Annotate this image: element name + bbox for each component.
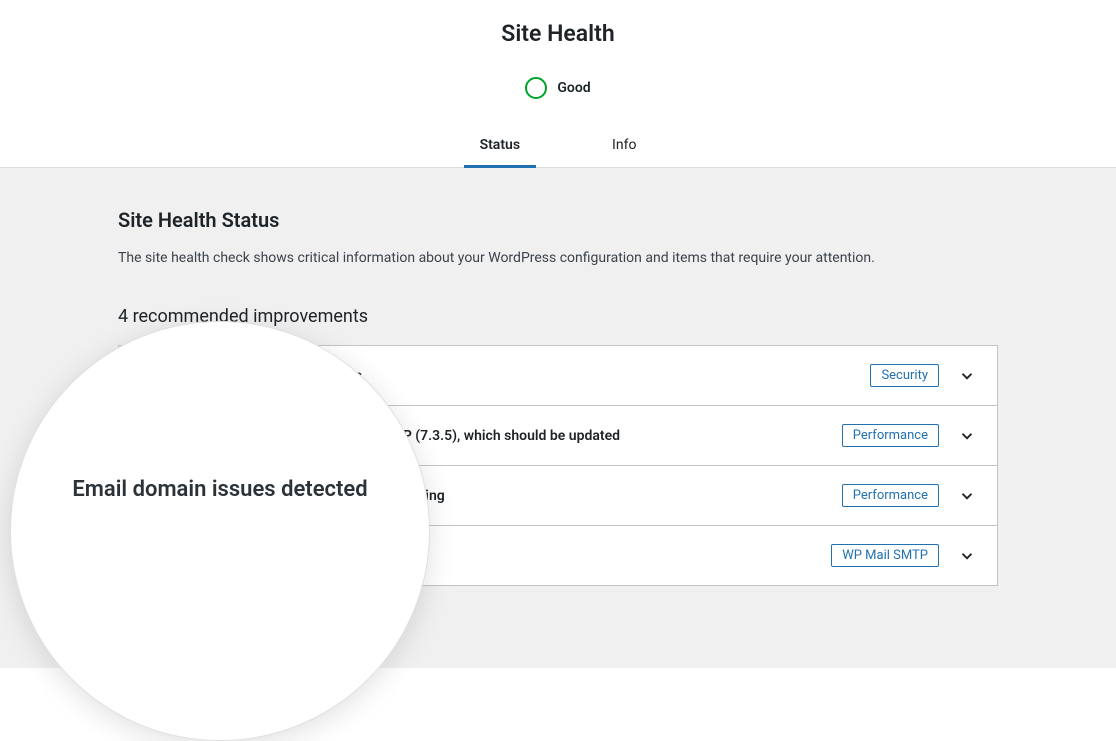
- magnifier-overlay: Email domain issues detected: [10, 321, 430, 741]
- status-badge: Performance: [842, 424, 939, 447]
- progress-indicator: Good: [0, 77, 1116, 99]
- chevron-down-icon: [957, 366, 977, 386]
- chevron-down-icon: [957, 546, 977, 566]
- progress-label: Good: [557, 80, 590, 96]
- section-title: Site Health Status: [118, 208, 998, 232]
- tabs: Status Info: [0, 127, 1116, 168]
- tab-status[interactable]: Status: [464, 127, 536, 167]
- status-badge: Performance: [842, 484, 939, 507]
- chevron-down-icon: [957, 486, 977, 506]
- progress-circle-icon: [525, 77, 547, 99]
- magnifier-text: Email domain issues detected: [72, 477, 367, 502]
- chevron-down-icon: [957, 426, 977, 446]
- status-badge: WP Mail SMTP: [831, 544, 939, 567]
- section-description: The site health check shows critical inf…: [118, 250, 998, 266]
- page-title: Site Health: [0, 20, 1116, 47]
- tab-info[interactable]: Info: [596, 127, 652, 167]
- status-badge: Security: [870, 364, 939, 387]
